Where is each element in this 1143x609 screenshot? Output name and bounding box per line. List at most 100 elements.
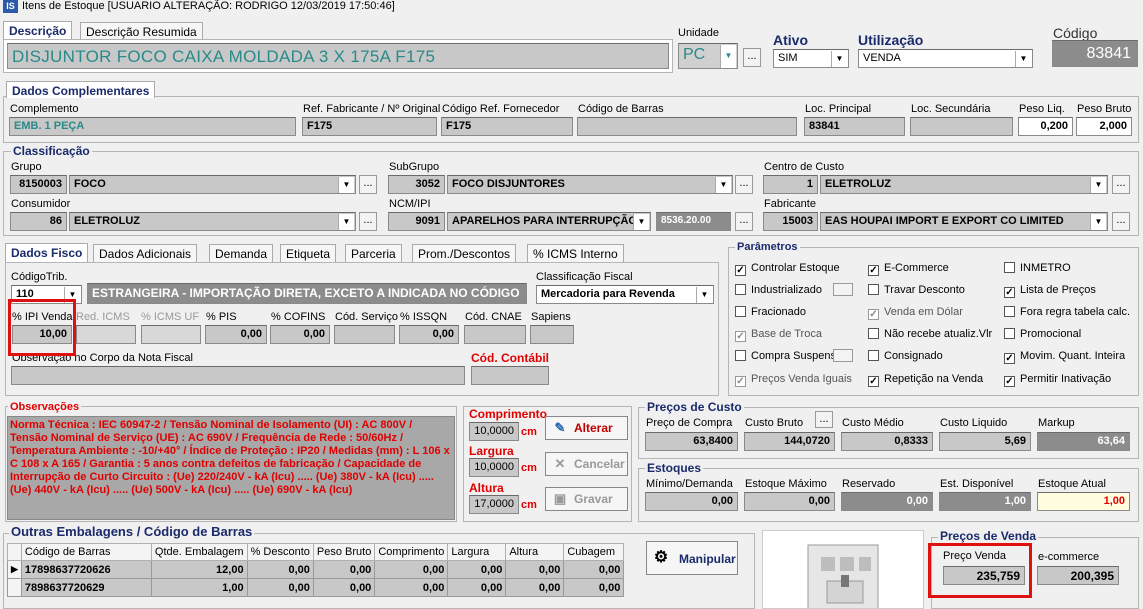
issqn-field[interactable]: 0,00 xyxy=(399,325,459,344)
preco-compra-field[interactable]: 63,8400 xyxy=(645,432,738,451)
table-cell[interactable]: 0,00 xyxy=(246,560,314,579)
chevron-down-icon[interactable]: ▼ xyxy=(338,214,354,230)
tab-prom-descontos[interactable]: Prom./Descontos xyxy=(412,244,517,262)
checkbox-checked-icon[interactable]: ✓ xyxy=(868,265,879,276)
obs-nf-field[interactable] xyxy=(11,366,465,385)
chevron-down-icon[interactable]: ▼ xyxy=(633,214,649,230)
tab-dados-adicionais[interactable]: Dados Adicionais xyxy=(93,244,198,262)
table-cell[interactable]: 0,00 xyxy=(505,560,565,579)
ncm-code[interactable]: 9091 xyxy=(388,212,445,231)
chevron-down-icon[interactable]: ▼ xyxy=(831,51,847,67)
checkbox-checked-icon[interactable]: ✓ xyxy=(868,309,879,320)
table-cell[interactable]: 17898637720626 xyxy=(20,560,152,579)
chevron-down-icon[interactable]: ▼ xyxy=(715,177,731,193)
table-cell[interactable]: 12,00 xyxy=(150,560,248,579)
sapiens-field[interactable] xyxy=(530,325,574,344)
altura-field[interactable]: 17,0000 xyxy=(469,495,519,514)
table-cell[interactable]: 0,00 xyxy=(246,578,314,597)
chevron-down-icon[interactable]: ▼ xyxy=(338,177,354,193)
grupo-select[interactable]: FOCO ▼ xyxy=(69,175,356,194)
centro-custo-code[interactable]: 1 xyxy=(763,175,818,194)
largura-field[interactable]: 10,0000 xyxy=(469,458,519,477)
tab-etiqueta[interactable]: Etiqueta xyxy=(280,244,337,262)
column-header[interactable]: Cubagem xyxy=(563,543,625,561)
checkbox-icon[interactable] xyxy=(735,350,746,361)
consumidor-code[interactable]: 86 xyxy=(10,212,67,231)
param-nao-recebe-atualiz-vlr[interactable]: Não recebe atualiz.Vlr xyxy=(868,328,992,340)
consumidor-select[interactable]: ELETROLUZ ▼ xyxy=(69,212,356,231)
param-fora-regra-tabela-calc[interactable]: Fora regra tabela calc. xyxy=(1004,306,1130,318)
param-lista-de-precos[interactable]: ✓ Lista de Preços xyxy=(1004,284,1096,298)
checkbox-icon[interactable] xyxy=(868,328,879,339)
loc-secundaria-field[interactable] xyxy=(910,117,1013,136)
table-cell[interactable]: 7898637720629 xyxy=(20,578,152,597)
checkbox-checked-icon[interactable]: ✓ xyxy=(1004,353,1015,364)
grupo-code[interactable]: 8150003 xyxy=(10,175,67,194)
column-header[interactable]: Qtde. Embalagem xyxy=(150,543,248,561)
cod-ref-fornecedor-field[interactable]: F175 xyxy=(441,117,573,136)
table-row[interactable]: ▶ 17898637720626 12,00 0,00 0,00 0,00 0,00 0,00… xyxy=(7,560,625,579)
chevron-down-icon[interactable]: ▼ xyxy=(696,287,712,303)
param-config-button[interactable] xyxy=(833,283,853,296)
gravar-button[interactable]: ▣ Gravar xyxy=(545,487,628,511)
cod-contabil-field[interactable] xyxy=(471,366,549,385)
cofins-field[interactable]: 0,00 xyxy=(270,325,330,344)
ncm-select[interactable]: APARELHOS PARA INTERRUPÇÃO, ▼ xyxy=(447,212,651,231)
param-controlar-estoque[interactable]: ✓ Controlar Estoque xyxy=(735,262,840,276)
checkbox-icon[interactable] xyxy=(1004,328,1015,339)
checkbox-icon[interactable] xyxy=(735,306,746,317)
unidade-lookup-button[interactable]: ... xyxy=(743,48,761,67)
column-header[interactable]: % Desconto xyxy=(246,543,314,561)
table-cell[interactable]: 0,00 xyxy=(374,578,449,597)
chevron-down-icon[interactable]: ▼ xyxy=(1090,214,1106,230)
table-cell[interactable]: 0,00 xyxy=(563,578,625,597)
subgrupo-select[interactable]: FOCO DISJUNTORES ▼ xyxy=(447,175,733,194)
cod-barras-field[interactable] xyxy=(577,117,797,136)
fabricante-select[interactable]: EAS HOUPAI IMPORT E EXPORT CO LIMITED ▼ xyxy=(820,212,1108,231)
param-inmetro[interactable]: INMETRO xyxy=(1004,262,1071,274)
ref-fabricante-field[interactable]: F175 xyxy=(302,117,437,136)
subgrupo-lookup-button[interactable]: ... xyxy=(735,175,753,194)
param-config-button[interactable] xyxy=(833,349,853,362)
unidade-select[interactable]: PC ▼ xyxy=(678,43,738,69)
param-promocional[interactable]: Promocional xyxy=(1004,328,1081,340)
checkbox-icon[interactable] xyxy=(868,350,879,361)
peso-bruto-field[interactable]: 2,000 xyxy=(1076,117,1132,136)
centro-custo-lookup-button[interactable]: ... xyxy=(1112,175,1130,194)
param-compra-suspensa[interactable]: Compra Suspensa xyxy=(735,350,842,362)
subgrupo-code[interactable]: 3052 xyxy=(388,175,445,194)
table-cell[interactable]: 0,00 xyxy=(447,560,507,579)
table-cell[interactable]: 0,00 xyxy=(374,560,449,579)
fabricante-code[interactable]: 15003 xyxy=(763,212,818,231)
param-repeticao-na-venda[interactable]: ✓ Repetição na Venda xyxy=(868,373,983,387)
checkbox-checked-icon[interactable]: ✓ xyxy=(735,376,746,387)
loc-principal-field[interactable]: 83841 xyxy=(804,117,905,136)
grupo-lookup-button[interactable]: ... xyxy=(359,175,377,194)
checkbox-checked-icon[interactable]: ✓ xyxy=(868,376,879,387)
checkbox-icon[interactable] xyxy=(1004,262,1015,273)
param-fracionado[interactable]: Fracionado xyxy=(735,306,806,318)
custo-bruto-lookup-button[interactable]: ... xyxy=(815,411,833,428)
table-row[interactable]: 7898637720629 1,00 0,00 0,00 0,00 0,00 0,00 0,0… xyxy=(7,578,625,597)
tab-demanda[interactable]: Demanda xyxy=(209,244,274,262)
checkbox-checked-icon[interactable]: ✓ xyxy=(1004,376,1015,387)
param-movim-quant-inteira[interactable]: ✓ Movim. Quant. Inteira xyxy=(1004,350,1125,364)
utilizacao-select[interactable]: VENDA ▼ xyxy=(858,49,1033,68)
checkbox-checked-icon[interactable]: ✓ xyxy=(735,265,746,276)
pis-field[interactable]: 0,00 xyxy=(205,325,267,344)
table-cell[interactable]: 0,00 xyxy=(312,578,376,597)
consumidor-lookup-button[interactable]: ... xyxy=(359,212,377,231)
tab-icms-interno[interactable]: % ICMS Interno xyxy=(527,244,624,262)
table-cell[interactable]: 0,00 xyxy=(505,578,565,597)
ativo-select[interactable]: SIM ▼ xyxy=(773,49,849,68)
column-header[interactable]: Altura xyxy=(505,543,565,561)
manipular-button[interactable]: ⚙ Manipular xyxy=(646,541,738,575)
minimo-field[interactable]: 0,00 xyxy=(645,492,738,511)
custo-liquido-field[interactable]: 5,69 xyxy=(939,432,1031,451)
param-base-de-troca[interactable]: ✓ Base de Troca xyxy=(735,328,822,342)
column-header[interactable]: Comprimento xyxy=(374,543,449,561)
peso-liq-field[interactable]: 0,200 xyxy=(1018,117,1073,136)
tab-descricao[interactable]: Descrição xyxy=(3,21,73,40)
chevron-down-icon[interactable]: ▼ xyxy=(1090,177,1106,193)
tab-dados-fisco[interactable]: Dados Fisco xyxy=(5,243,89,263)
